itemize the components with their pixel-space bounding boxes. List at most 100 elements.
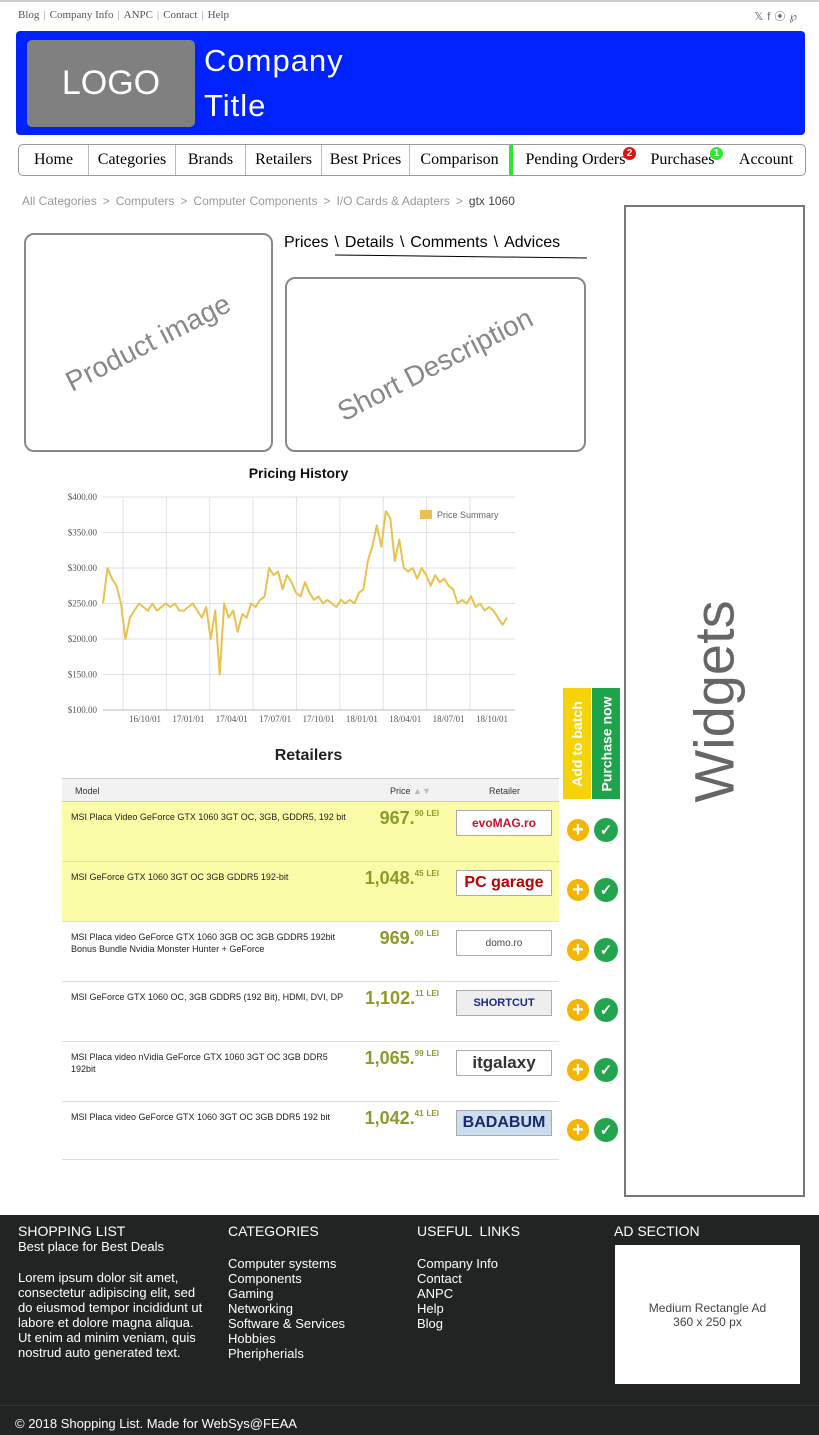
purchase-now-label: Purchase now bbox=[598, 696, 615, 791]
tab-prices[interactable]: Prices bbox=[280, 234, 332, 258]
nav-categories[interactable]: Categories bbox=[89, 145, 176, 175]
nav-comparison[interactable]: Comparison bbox=[410, 145, 513, 175]
row-model[interactable]: MSI Placa Video GeForce GTX 1060 3GT OC,… bbox=[71, 811, 351, 823]
footer-useful-link[interactable]: Help bbox=[417, 1301, 587, 1316]
footer-useful-link[interactable]: ANPC bbox=[417, 1286, 587, 1301]
table-row[interactable]: MSI Placa video GeForce GTX 1060 3GB OC … bbox=[62, 922, 559, 982]
add-to-batch-icon[interactable]: + bbox=[567, 1059, 589, 1081]
purchase-now-icon[interactable]: ✓ bbox=[594, 878, 618, 902]
short-description-placeholder: Short Description bbox=[285, 277, 586, 452]
footer-ad-title: AD SECTION bbox=[614, 1223, 700, 1239]
row-action-buttons: + ✓ bbox=[567, 1117, 623, 1143]
nav-account[interactable]: Account bbox=[727, 145, 805, 175]
retailer-logo[interactable]: SHORTCUT bbox=[456, 990, 552, 1016]
row-price: 1,065.99 LEI bbox=[357, 1048, 439, 1069]
footer-category-link[interactable]: Components bbox=[228, 1271, 398, 1286]
row-price: 967.90 LEI bbox=[357, 808, 439, 829]
retailer-logo[interactable]: evoMAG.ro bbox=[456, 810, 552, 836]
row-action-buttons: + ✓ bbox=[567, 817, 623, 843]
ad-box[interactable]: Medium Rectangle Ad 360 x 250 px bbox=[615, 1245, 800, 1384]
nav-brands[interactable]: Brands bbox=[176, 145, 246, 175]
nav-purchases-label: Purchases bbox=[650, 151, 715, 168]
footer-useful-link[interactable]: Company Info bbox=[417, 1256, 587, 1271]
nav-purchases[interactable]: Purchases 1 bbox=[638, 145, 727, 175]
retailer-logo[interactable]: domo.ro bbox=[456, 930, 552, 956]
x-tick-label: 17/07/01 bbox=[259, 714, 291, 724]
nav-best-prices[interactable]: Best Prices bbox=[322, 145, 410, 175]
footer-category-link[interactable]: Networking bbox=[228, 1301, 398, 1316]
row-model[interactable]: MSI GeForce GTX 1060 OC, 3GB GDDR5 (192 … bbox=[71, 991, 351, 1003]
y-tick-label: $400.00 bbox=[68, 492, 98, 502]
price-currency: LEI bbox=[426, 1109, 439, 1118]
retailer-logo[interactable]: PC garage bbox=[456, 870, 552, 896]
price-dec: 11 bbox=[415, 989, 424, 998]
add-to-batch-header: Add to batch bbox=[563, 688, 591, 799]
x-tick-label: 18/07/01 bbox=[433, 714, 465, 724]
footer-category-link[interactable]: Software & Services bbox=[228, 1316, 398, 1331]
nav-home[interactable]: Home bbox=[19, 145, 89, 175]
nav-pending-orders[interactable]: Pending Orders 2 bbox=[513, 145, 638, 175]
row-model[interactable]: MSI Placa video GeForce GTX 1060 3GB OC … bbox=[71, 931, 351, 955]
breadcrumb-io-cards[interactable]: I/O Cards & Adapters bbox=[337, 194, 450, 208]
add-to-batch-icon[interactable]: + bbox=[567, 819, 589, 841]
footer-category-link[interactable]: Computer systems bbox=[228, 1256, 398, 1271]
purchase-now-icon[interactable]: ✓ bbox=[594, 938, 618, 962]
table-row[interactable]: MSI Placa Video GeForce GTX 1060 3GT OC,… bbox=[62, 802, 559, 862]
breadcrumb-all-categories[interactable]: All Categories bbox=[22, 194, 97, 208]
footer-useful-link[interactable]: Blog bbox=[417, 1316, 587, 1331]
logo[interactable]: LOGO bbox=[27, 40, 195, 127]
legend-swatch bbox=[420, 510, 432, 519]
company-title-line1: Company bbox=[204, 43, 344, 78]
add-to-batch-icon[interactable]: + bbox=[567, 999, 589, 1021]
purchase-now-icon[interactable]: ✓ bbox=[594, 1058, 618, 1082]
row-price: 1,048.45 LEI bbox=[357, 868, 439, 889]
header-retailer[interactable]: Retailer bbox=[489, 786, 520, 796]
x-tick-label: 18/04/01 bbox=[389, 714, 421, 724]
footer-links: USEFUL LINKS Company Info Contact ANPC Help… bbox=[417, 1224, 587, 1332]
retailers-title: Retailers bbox=[274, 747, 343, 764]
footer-useful-link[interactable]: Contact bbox=[417, 1271, 587, 1286]
add-to-batch-icon[interactable]: + bbox=[567, 1119, 589, 1141]
top-link-help[interactable]: Help bbox=[208, 9, 229, 21]
ad-line2: 360 x 250 px bbox=[673, 1314, 742, 1329]
row-model[interactable]: MSI Placa video GeForce GTX 1060 3GT OC … bbox=[71, 1111, 351, 1123]
add-to-batch-icon[interactable]: + bbox=[567, 939, 589, 961]
main-nav: Home Categories Brands Retailers Best Pr… bbox=[18, 144, 806, 176]
copyright: © 2018 Shopping List. Made for WebSys@FE… bbox=[15, 1416, 297, 1431]
price-int: 1,048. bbox=[364, 868, 415, 888]
footer-about-subtitle: Best place for Best Deals bbox=[18, 1239, 164, 1254]
rss-icon[interactable]: ⦿ bbox=[774, 11, 789, 23]
table-row[interactable]: MSI GeForce GTX 1060 OC, 3GB GDDR5 (192 … bbox=[62, 982, 559, 1042]
top-link-contact[interactable]: Contact bbox=[163, 9, 197, 21]
header-price[interactable]: Price ▲▼ bbox=[390, 786, 431, 796]
breadcrumb-computer-components[interactable]: Computer Components bbox=[193, 194, 317, 208]
top-link-anpc[interactable]: ANPC bbox=[124, 9, 153, 21]
add-to-batch-icon[interactable]: + bbox=[567, 879, 589, 901]
purchase-now-icon[interactable]: ✓ bbox=[594, 1118, 618, 1142]
purchase-now-icon[interactable]: ✓ bbox=[594, 818, 618, 842]
header-model[interactable]: Model bbox=[75, 786, 100, 796]
top-link-blog[interactable]: Blog bbox=[18, 9, 39, 21]
nav-retailers[interactable]: Retailers bbox=[246, 145, 322, 175]
top-link-company-info[interactable]: Company Info bbox=[50, 9, 114, 21]
sort-icon[interactable]: ▲▼ bbox=[413, 786, 431, 796]
footer-category-link[interactable]: Hobbies bbox=[228, 1331, 398, 1346]
table-row[interactable]: MSI GeForce GTX 1060 3GT OC 3GB GDDR5 19… bbox=[62, 862, 559, 922]
retailer-logo[interactable]: itgalaxy bbox=[456, 1050, 552, 1076]
purchase-now-icon[interactable]: ✓ bbox=[594, 998, 618, 1022]
retailer-logo[interactable]: BADABUM bbox=[456, 1110, 552, 1136]
pinterest-icon[interactable]: ℘ bbox=[789, 11, 801, 23]
company-title-line2: Title bbox=[204, 88, 267, 123]
row-model[interactable]: MSI GeForce GTX 1060 3GT OC 3GB GDDR5 19… bbox=[71, 871, 351, 883]
twitter-icon[interactable]: 𝕏 bbox=[754, 11, 767, 23]
table-row[interactable]: MSI Placa video GeForce GTX 1060 3GT OC … bbox=[62, 1102, 559, 1160]
purchase-now-header: Purchase now bbox=[592, 688, 620, 799]
footer-category-link[interactable]: Pheripherials bbox=[228, 1346, 398, 1361]
price-int: 1,042. bbox=[364, 1108, 415, 1128]
row-action-buttons: + ✓ bbox=[567, 1057, 623, 1083]
row-model[interactable]: MSI Placa video nVidia GeForce GTX 1060 … bbox=[71, 1051, 351, 1075]
price-dec: 41 bbox=[414, 1109, 424, 1118]
table-row[interactable]: MSI Placa video nVidia GeForce GTX 1060 … bbox=[62, 1042, 559, 1102]
breadcrumb-computers[interactable]: Computers bbox=[116, 194, 175, 208]
footer-category-link[interactable]: Gaming bbox=[228, 1286, 398, 1301]
